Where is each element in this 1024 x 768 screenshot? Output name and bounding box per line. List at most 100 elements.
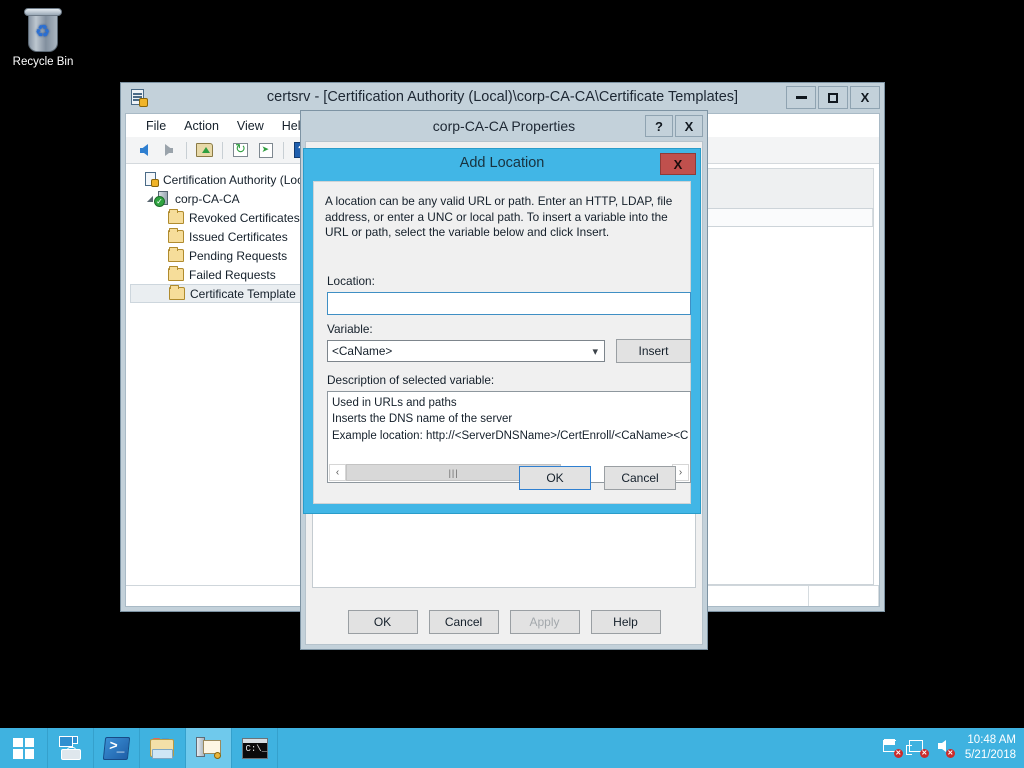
variable-selected-value: <CaName> (332, 344, 392, 358)
taskbar-powershell[interactable] (94, 728, 140, 768)
tree-item-issued-certificates[interactable]: Issued Certificates (130, 227, 305, 246)
menu-view[interactable]: View (228, 117, 273, 135)
windows-logo-icon (13, 738, 34, 759)
export-list-button[interactable] (254, 139, 277, 161)
toolbar-separator (222, 142, 223, 159)
properties-ok-button[interactable]: OK (348, 610, 418, 634)
minimize-button[interactable] (786, 86, 816, 109)
toolbar-separator (283, 142, 284, 159)
description-line: Example location: http://<ServerDNSName>… (332, 428, 688, 444)
status-pane-1 (126, 586, 306, 606)
add-location-body: A location can be any valid URL or path.… (313, 181, 691, 504)
tree-item-label: Revoked Certificates (189, 211, 300, 225)
location-label: Location: (327, 274, 375, 288)
variable-dropdown[interactable]: <CaName> ▾ (327, 340, 605, 362)
tree-item-revoked-certificates[interactable]: Revoked Certificates (130, 208, 305, 227)
console-tree: Certification Authority (Loc ◢ ✓ corp-CA… (126, 164, 306, 585)
add-location-instructions: A location can be any valid URL or path.… (325, 194, 676, 241)
tree-item-label: Pending Requests (189, 249, 287, 263)
add-location-button-row: OK Cancel (519, 466, 676, 490)
system-tray: ✕ ✕ ✕ 10:48 AM 5/21/2018 (883, 728, 1024, 768)
close-button[interactable]: X (850, 86, 880, 109)
server-manager-icon (58, 736, 84, 760)
start-button[interactable] (0, 728, 48, 768)
tree-item-label: corp-CA-CA (175, 192, 240, 206)
taskbar-server-manager[interactable] (48, 728, 94, 768)
add-location-dialog: Add Location X A location can be any val… (303, 148, 701, 514)
up-folder-icon (196, 143, 213, 157)
file-explorer-icon (150, 738, 176, 759)
maximize-icon (828, 93, 838, 103)
tree-item-pending-requests[interactable]: Pending Requests (130, 246, 305, 265)
recycle-bin-icon: ♻ (19, 6, 67, 54)
add-location-titlebar[interactable]: Add Location X (304, 149, 700, 179)
window-title: certsrv - [Certification Authority (Loca… (121, 89, 884, 105)
variable-description-text: Used in URLs and paths Inserts the DNS n… (332, 395, 688, 444)
taskbar-certsrv[interactable] (186, 728, 232, 768)
clock-time: 10:48 AM (965, 733, 1016, 748)
forward-arrow-icon (165, 144, 173, 156)
folder-icon (168, 211, 184, 224)
folder-icon (168, 249, 184, 262)
back-arrow-icon (140, 144, 148, 156)
properties-apply-button: Apply (510, 610, 580, 634)
window-titlebar[interactable]: certsrv - [Certification Authority (Loca… (121, 83, 884, 113)
powershell-icon (103, 737, 130, 760)
command-prompt-icon (242, 738, 268, 759)
tree-item-label: Issued Certificates (189, 230, 288, 244)
properties-titlebar[interactable]: corp-CA-CA Properties ? X (301, 111, 707, 141)
volume-icon[interactable]: ✕ (935, 740, 952, 756)
menu-file[interactable]: File (137, 117, 175, 135)
minimize-icon (796, 96, 807, 99)
tree-item-certificate-templates[interactable]: Certificate Template (130, 284, 305, 303)
status-pane-3 (809, 586, 879, 606)
folder-icon (168, 268, 184, 281)
folder-icon (168, 230, 184, 243)
up-folder-button[interactable] (193, 139, 216, 161)
ca-server-icon: ✓ (156, 191, 171, 206)
recycle-bin-label: Recycle Bin (6, 56, 80, 68)
tree-item-label: Certificate Template (190, 287, 296, 301)
refresh-icon (233, 143, 248, 157)
chevron-down-icon: ▾ (592, 345, 598, 358)
description-line: Used in URLs and paths (332, 395, 688, 411)
back-button[interactable] (132, 139, 155, 161)
toolbar-separator (186, 142, 187, 159)
tree-item-certification-authority[interactable]: Certification Authority (Loc (130, 170, 305, 189)
add-location-ok-button[interactable]: OK (519, 466, 591, 490)
desktop-icon-recycle-bin[interactable]: ♻ Recycle Bin (6, 6, 80, 68)
refresh-button[interactable] (229, 139, 252, 161)
variable-label: Variable: (327, 322, 373, 336)
properties-cancel-button[interactable]: Cancel (429, 610, 499, 634)
tree-item-failed-requests[interactable]: Failed Requests (130, 265, 305, 284)
folder-icon (169, 287, 185, 300)
flag-action-center-icon[interactable]: ✕ (883, 740, 900, 756)
description-label: Description of selected variable: (327, 373, 494, 387)
tree-item-label: Certification Authority (Loc (163, 173, 303, 187)
maximize-button[interactable] (818, 86, 848, 109)
properties-help-text-button[interactable]: Help (591, 610, 661, 634)
desktop: ♻ Recycle Bin certsrv - [Certification A… (0, 0, 1024, 728)
properties-window-controls: ? X (645, 115, 703, 137)
menu-action[interactable]: Action (175, 117, 228, 135)
network-icon[interactable]: ✕ (909, 740, 926, 756)
add-location-cancel-button[interactable]: Cancel (604, 466, 676, 490)
location-input[interactable] (327, 292, 691, 315)
forward-button[interactable] (157, 139, 180, 161)
taskbar-command-prompt[interactable] (232, 728, 278, 768)
scroll-left-arrow-icon[interactable]: ‹ (329, 464, 346, 481)
window-controls: X (786, 86, 880, 109)
description-line: Inserts the DNS name of the server (332, 411, 688, 427)
certification-authority-icon (196, 737, 222, 759)
add-location-title: Add Location (304, 155, 700, 171)
insert-button[interactable]: Insert (616, 339, 691, 363)
taskbar: ✕ ✕ ✕ 10:48 AM 5/21/2018 (0, 728, 1024, 768)
clock[interactable]: 10:48 AM 5/21/2018 (961, 733, 1016, 764)
taskbar-file-explorer[interactable] (140, 728, 186, 768)
properties-close-button[interactable]: X (675, 115, 703, 137)
tree-item-corp-ca-ca[interactable]: ◢ ✓ corp-CA-CA (130, 189, 305, 208)
properties-button-row: OK Cancel Apply Help (306, 610, 702, 636)
properties-help-button[interactable]: ? (645, 115, 673, 137)
tree-item-label: Failed Requests (189, 268, 276, 282)
add-location-close-button[interactable]: X (660, 153, 696, 175)
